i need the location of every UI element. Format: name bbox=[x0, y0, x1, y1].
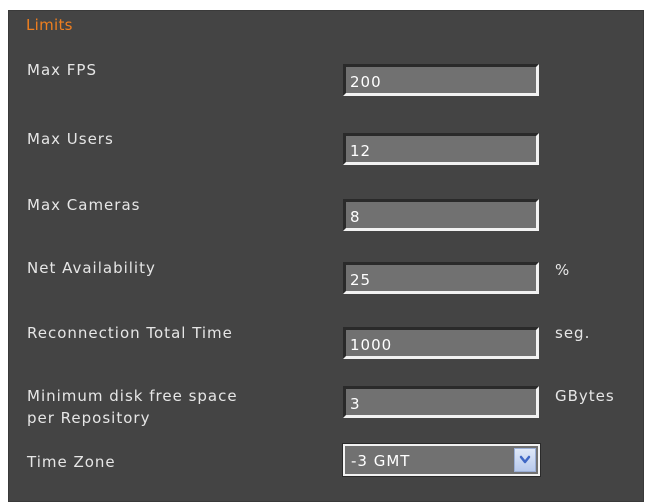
chevron-down-icon bbox=[519, 455, 531, 464]
max-users-label: Max Users bbox=[27, 130, 114, 148]
minimum-disk-free-space-label: Minimum disk free space per Repository bbox=[27, 385, 238, 429]
section-title: Limits bbox=[26, 16, 73, 34]
limits-panel: Limits Max FPS 200 Max Users 12 Max Came… bbox=[8, 10, 644, 502]
time-zone-value: -3 GMT bbox=[351, 452, 411, 470]
minimum-disk-free-space-label-line2: per Repository bbox=[27, 409, 151, 427]
reconnection-total-time-input[interactable]: 1000 bbox=[343, 327, 539, 359]
time-zone-label: Time Zone bbox=[27, 453, 116, 471]
minimum-disk-free-space-label-line1: Minimum disk free space bbox=[27, 387, 238, 405]
percent-unit: % bbox=[555, 261, 571, 279]
reconnection-total-time-label: Reconnection Total Time bbox=[27, 324, 233, 342]
max-cameras-label: Max Cameras bbox=[27, 196, 141, 214]
gbytes-unit: GBytes bbox=[555, 387, 615, 405]
max-fps-label: Max FPS bbox=[27, 61, 97, 79]
net-availability-label: Net Availability bbox=[27, 259, 156, 277]
net-availability-input[interactable]: 25 bbox=[343, 262, 539, 294]
time-zone-dropdown-button[interactable] bbox=[514, 448, 536, 472]
max-users-input[interactable]: 12 bbox=[343, 133, 539, 165]
time-zone-select[interactable]: -3 GMT bbox=[342, 443, 541, 477]
max-cameras-input[interactable]: 8 bbox=[343, 199, 539, 231]
seconds-unit: seg. bbox=[555, 324, 591, 342]
max-fps-input[interactable]: 200 bbox=[343, 64, 539, 96]
minimum-disk-free-space-input[interactable]: 3 bbox=[343, 386, 539, 418]
